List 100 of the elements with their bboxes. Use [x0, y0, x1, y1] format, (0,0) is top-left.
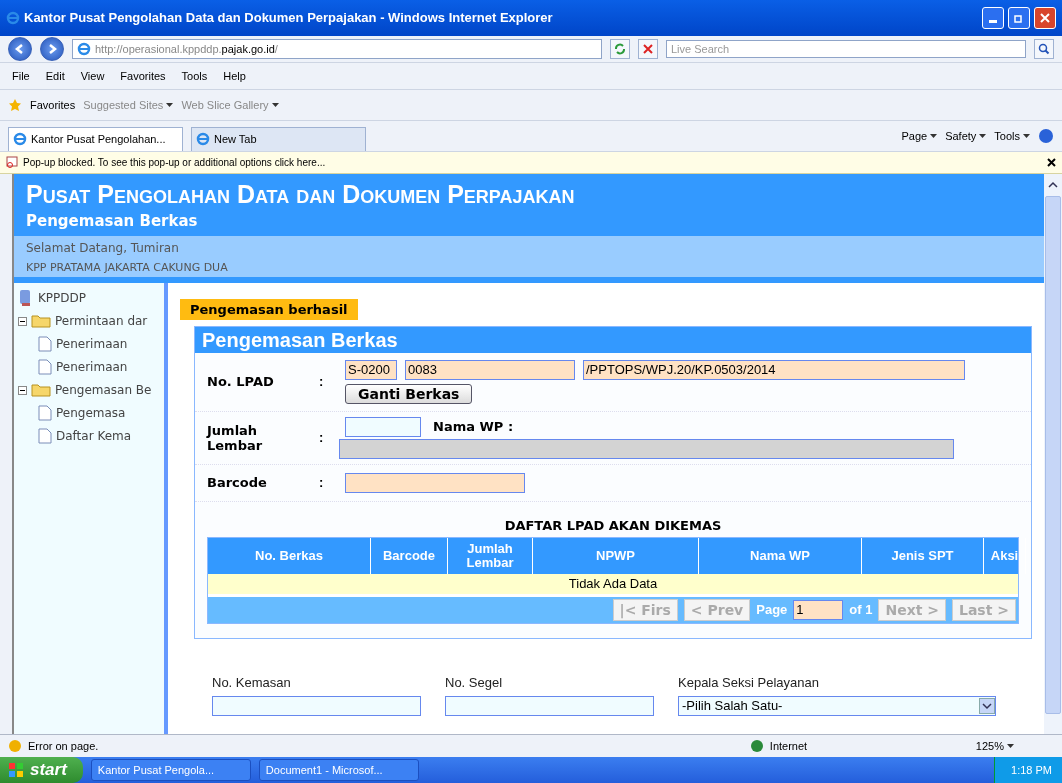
address-field[interactable]: http://operasional.kppddp.pajak.go.id/ — [72, 38, 602, 59]
column-header: Jumlah Lembar — [448, 537, 533, 574]
dropdown[interactable]: -Pilih Salah Satu- — [678, 695, 996, 716]
office-name: KPP PRATAMA JAKARTA CAKUNG DUA — [26, 259, 229, 276]
minimize-icon — [989, 20, 997, 24]
browser-tab[interactable]: Kantor Pusat Pengolahan... — [8, 126, 183, 151]
input-field[interactable]: 0083 — [405, 359, 575, 380]
back-button[interactable] — [8, 36, 32, 61]
menu-item[interactable]: View — [76, 69, 109, 82]
search-button[interactable] — [1034, 38, 1054, 59]
restore-button[interactable] — [1008, 6, 1030, 29]
page-icon — [38, 336, 52, 353]
command-menu[interactable]: Safety — [945, 129, 987, 142]
favorites-button[interactable]: Favorites — [30, 98, 76, 111]
zoom-level[interactable]: 125% — [975, 740, 1014, 753]
page-label: Page — [756, 602, 788, 618]
folder-icon — [31, 383, 51, 398]
collapse-icon[interactable] — [18, 316, 27, 326]
column-header: Jenis SPT — [862, 537, 984, 574]
page-icon — [38, 428, 52, 445]
menu-item[interactable]: Favorites — [116, 69, 170, 82]
browser-logo-icon — [196, 132, 210, 147]
stop-button[interactable] — [638, 38, 658, 59]
input-field[interactable] — [345, 472, 525, 493]
browser-tab[interactable]: New Tab — [191, 126, 366, 151]
warning-icon — [8, 739, 22, 754]
colon: : — [319, 430, 325, 446]
caret-icon — [979, 133, 987, 138]
blocked-popup-icon — [6, 156, 18, 169]
menu-item[interactable]: Help — [219, 69, 250, 82]
input-field[interactable]: /PPTOPS/WPJ.20/KP.0503/2014 — [583, 359, 965, 380]
command-menu[interactable]: Tools — [994, 129, 1030, 142]
site-title: Pusat Pengolahan Data dan Dokumen Perpajakan — [26, 178, 576, 210]
menu-item[interactable]: Edit — [41, 69, 69, 82]
empty-message: Tidak Ada Data — [208, 573, 1018, 597]
input-field[interactable] — [445, 695, 654, 716]
success-message: Pengemasan berhasil — [180, 298, 358, 320]
taskbar-button[interactable]: Kantor Pusat Pengola... — [90, 759, 251, 781]
field-label: Barcode — [207, 475, 268, 491]
tree-item[interactable]: Penerimaan — [56, 360, 128, 375]
input-field[interactable]: S-0200 — [345, 359, 397, 380]
status-text[interactable]: Error on page. — [28, 740, 744, 753]
browser-logo-icon — [77, 41, 91, 56]
caret-icon — [271, 102, 279, 107]
caret-icon — [1007, 744, 1014, 749]
column-header: Aksi — [984, 537, 1026, 574]
tree-item[interactable]: Penerimaan — [56, 337, 128, 352]
close-icon[interactable] — [1047, 157, 1056, 167]
change-file-button[interactable]: Ganti Berkas — [345, 383, 473, 404]
refresh-button[interactable] — [610, 38, 630, 59]
command-menu[interactable]: Page — [901, 129, 938, 142]
menu-item[interactable]: Tools — [177, 69, 212, 82]
security-zone: Internet — [769, 740, 809, 753]
tree-item[interactable]: Pengemasan Be — [55, 383, 152, 398]
tree-item[interactable]: KPPDDP — [38, 291, 87, 306]
restore-icon — [1014, 12, 1024, 23]
field-label: Kepala Seksi Pelayanan — [678, 674, 820, 690]
field-label: No. Segel — [445, 674, 504, 690]
field-label: No. Kemasan — [212, 674, 292, 690]
search-icon — [1038, 42, 1050, 55]
input-field[interactable] — [212, 695, 421, 716]
globe-icon — [749, 739, 764, 754]
field-label: Nama WP : — [433, 419, 514, 435]
forward-button[interactable] — [40, 36, 64, 61]
search-field[interactable]: Live Search — [666, 39, 1026, 58]
browser-logo-icon — [13, 132, 27, 147]
minimize-button[interactable] — [982, 6, 1004, 29]
scroll-thumb[interactable] — [1045, 195, 1061, 715]
refresh-icon — [614, 42, 626, 55]
caret-icon — [930, 133, 938, 138]
column-header: No. Berkas — [208, 537, 371, 574]
folder-icon — [31, 314, 51, 329]
tree-item[interactable]: Pengemasa — [56, 406, 126, 421]
close-button[interactable] — [1034, 6, 1056, 29]
menu-item[interactable]: File — [8, 69, 34, 82]
page-icon — [38, 405, 52, 422]
field-label: No. LPAD — [207, 374, 275, 390]
input-field[interactable] — [345, 416, 421, 437]
colon: : — [319, 475, 325, 491]
taskbar-button[interactable]: Document1 - Microsof... — [258, 759, 419, 781]
column-header: NPWP — [533, 537, 699, 574]
page-count: of 1 — [849, 602, 873, 618]
column-header: Nama WP — [699, 537, 862, 574]
close-icon — [1040, 12, 1050, 23]
welcome-text: Selamat Datang, Tumiran — [26, 239, 180, 257]
table-title: DAFTAR LPAD AKAN DIKEMAS — [503, 517, 723, 533]
window-title: Kantor Pusat Pengolahan Data dan Dokumen Perpajakan - Windows Internet Explorer — [24, 10, 554, 26]
colon: : — [319, 374, 325, 390]
stop-icon — [643, 43, 653, 54]
star-icon — [8, 97, 22, 112]
windows-logo-icon — [8, 762, 24, 778]
panel-title: Pengemasan Berkas — [195, 326, 1031, 353]
field-label: Jumlah Lembar — [207, 422, 264, 453]
page-icon — [38, 359, 52, 376]
tree-item[interactable]: Permintaan dar — [55, 314, 148, 329]
caret-icon — [1023, 133, 1030, 138]
page-subtitle: Pengemasan Berkas — [26, 210, 199, 232]
tree-item[interactable]: Daftar Kema — [56, 429, 132, 444]
clock: 1:18 PM — [1011, 764, 1052, 776]
collapse-icon[interactable] — [18, 385, 27, 395]
